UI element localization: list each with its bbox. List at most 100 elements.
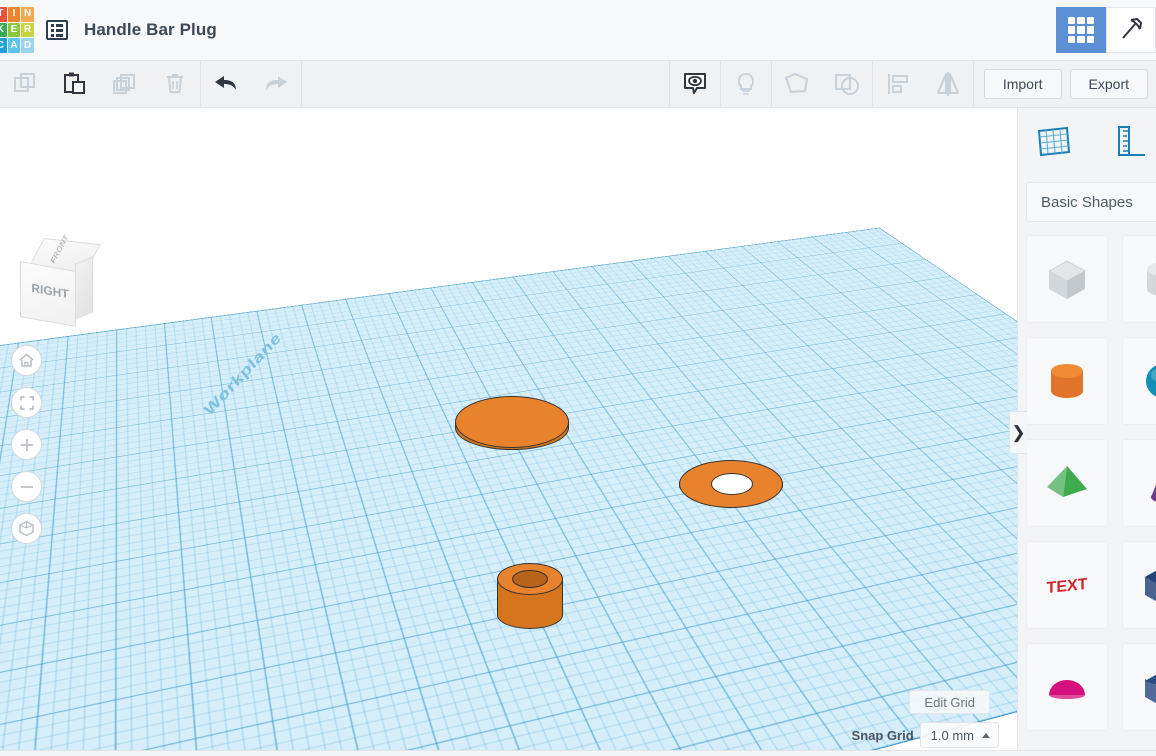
shape-cylinder[interactable] — [1026, 337, 1108, 425]
export-button[interactable]: Export — [1069, 69, 1148, 99]
duplicate-icon — [113, 74, 135, 94]
box-thumb-icon — [1143, 570, 1156, 602]
text-thumb-icon: TEXT — [1047, 575, 1088, 597]
eye-tooltip-icon — [683, 73, 706, 94]
list-icon — [46, 20, 68, 40]
home-view-button[interactable] — [11, 345, 42, 376]
plus-icon — [20, 438, 33, 451]
minus-icon — [20, 485, 33, 488]
toolbar-divider — [301, 60, 302, 108]
snap-grid-label: Snap Grid — [851, 727, 914, 743]
fit-view-button[interactable] — [11, 387, 42, 418]
wedge-thumb-icon — [1143, 674, 1156, 704]
shape-half-sphere[interactable] — [1026, 643, 1108, 731]
shape-text[interactable]: TEXT — [1026, 541, 1108, 629]
lightbulb-icon — [737, 72, 754, 95]
snap-grid-value: 1.0 mm — [930, 727, 974, 743]
mirror-button[interactable] — [923, 61, 973, 108]
group-button[interactable] — [772, 61, 822, 108]
paste-button[interactable] — [50, 61, 100, 108]
hole-cylinder-thumb-icon — [1147, 262, 1156, 296]
logo-tile-a: A — [7, 38, 21, 53]
redo-button[interactable] — [251, 61, 301, 108]
hole-box-thumb-icon — [1047, 260, 1087, 299]
logo-tile-e: E — [7, 22, 21, 38]
logo-tile-n: N — [21, 7, 34, 22]
view-cube[interactable]: RIGHT FRONT — [12, 233, 101, 328]
cube-ortho-icon — [19, 520, 34, 537]
show-hide-button[interactable] — [670, 61, 720, 108]
toolbar-divider — [972, 60, 974, 108]
ungroup-shape-icon — [834, 74, 859, 95]
sphere-thumb-icon — [1146, 365, 1156, 397]
zoom-in-button[interactable] — [11, 429, 42, 460]
shape-library-grid: TEXT — [1018, 235, 1156, 731]
pickaxe-icon — [1122, 18, 1142, 39]
ruler-icon — [1118, 126, 1145, 156]
pyramid-thumb-icon — [1047, 466, 1087, 497]
shape-cylinder-hole[interactable] — [1122, 235, 1156, 323]
align-button[interactable] — [873, 61, 923, 108]
shape-sphere[interactable] — [1122, 337, 1156, 425]
snap-grid-select[interactable]: 1.0 mm — [919, 722, 999, 748]
shape-pyramid[interactable] — [1026, 439, 1108, 527]
shapes-panel: Basic Shapes TEXT — [1017, 108, 1156, 756]
edit-grid-button[interactable]: Edit Grid — [909, 690, 990, 714]
logo-tile-c: C — [0, 38, 7, 53]
logo-tile-t: T — [0, 7, 7, 22]
align-icon — [887, 74, 908, 94]
page-title[interactable]: Handle Bar Plug — [84, 20, 217, 40]
view-cube-front-face[interactable] — [20, 261, 76, 327]
logo-tile-i: I — [7, 7, 21, 22]
history-tool-group — [201, 61, 301, 108]
duplicate-button[interactable] — [100, 61, 150, 108]
ungroup-button[interactable] — [822, 61, 872, 108]
tinkercad-logo[interactable]: TINKERCAD — [0, 7, 34, 53]
app-header: TINKERCAD Handle Bar Plug — [0, 0, 1156, 61]
panel-collapse-handle[interactable]: ❯ — [1009, 411, 1027, 454]
view-cube-right-face[interactable] — [75, 256, 93, 320]
undo-button[interactable] — [201, 61, 251, 108]
light-button[interactable] — [721, 61, 771, 108]
shape-cone[interactable] — [1122, 439, 1156, 527]
grid-blocks-icon — [1068, 17, 1094, 43]
zoom-out-button[interactable] — [11, 471, 42, 502]
shape-category-dropdown[interactable]: Basic Shapes — [1026, 182, 1156, 222]
view-tool-group — [670, 60, 973, 108]
workplane-canvas[interactable]: Workplane RIGHT FRONT Edit Grid Snap Gri… — [0, 108, 1017, 756]
copy-icon — [14, 73, 35, 92]
project-list-button[interactable] — [40, 20, 74, 40]
import-button[interactable]: Import — [983, 69, 1062, 99]
logo-tile-r: R — [21, 22, 34, 38]
copy-button[interactable] — [0, 61, 50, 108]
shapes-tab[interactable] — [1032, 120, 1074, 164]
logo-tile-d: D — [21, 38, 34, 53]
fit-brackets-icon — [19, 395, 34, 410]
shape-wedge[interactable] — [1122, 643, 1156, 731]
blocks-mode-button[interactable] — [1056, 7, 1106, 53]
cone-thumb-icon — [1151, 484, 1156, 502]
shapes-panel-tabs — [1018, 108, 1156, 176]
tinkercad-app: TINKERCAD Handle Bar Plug Import Export … — [0, 0, 1156, 756]
dome-thumb-icon — [1049, 680, 1085, 699]
ruler-tab[interactable] — [1108, 120, 1150, 164]
caret-up-icon — [982, 732, 990, 738]
undo-arrow-icon — [215, 76, 236, 90]
delete-button[interactable] — [150, 61, 200, 108]
minecraft-mode-button[interactable] — [1106, 7, 1156, 53]
shape-box[interactable] — [1122, 541, 1156, 629]
perspective-toggle-button[interactable] — [11, 513, 42, 544]
paste-icon — [64, 72, 85, 94]
redo-arrow-icon — [266, 76, 287, 90]
workplane-grid[interactable] — [0, 227, 1017, 756]
main-toolbar: Import Export — [0, 60, 1156, 108]
group-shape-icon — [784, 73, 808, 93]
mirror-flip-icon — [936, 72, 959, 96]
bottom-strip — [0, 750, 1156, 756]
workplane-grid-icon — [1037, 126, 1071, 157]
trash-icon — [167, 74, 183, 93]
svg-text:TEXT: TEXT — [1047, 575, 1088, 597]
shape-box-hole[interactable] — [1026, 235, 1108, 323]
cylinder-thumb-icon — [1051, 364, 1083, 398]
home-icon — [19, 353, 34, 367]
